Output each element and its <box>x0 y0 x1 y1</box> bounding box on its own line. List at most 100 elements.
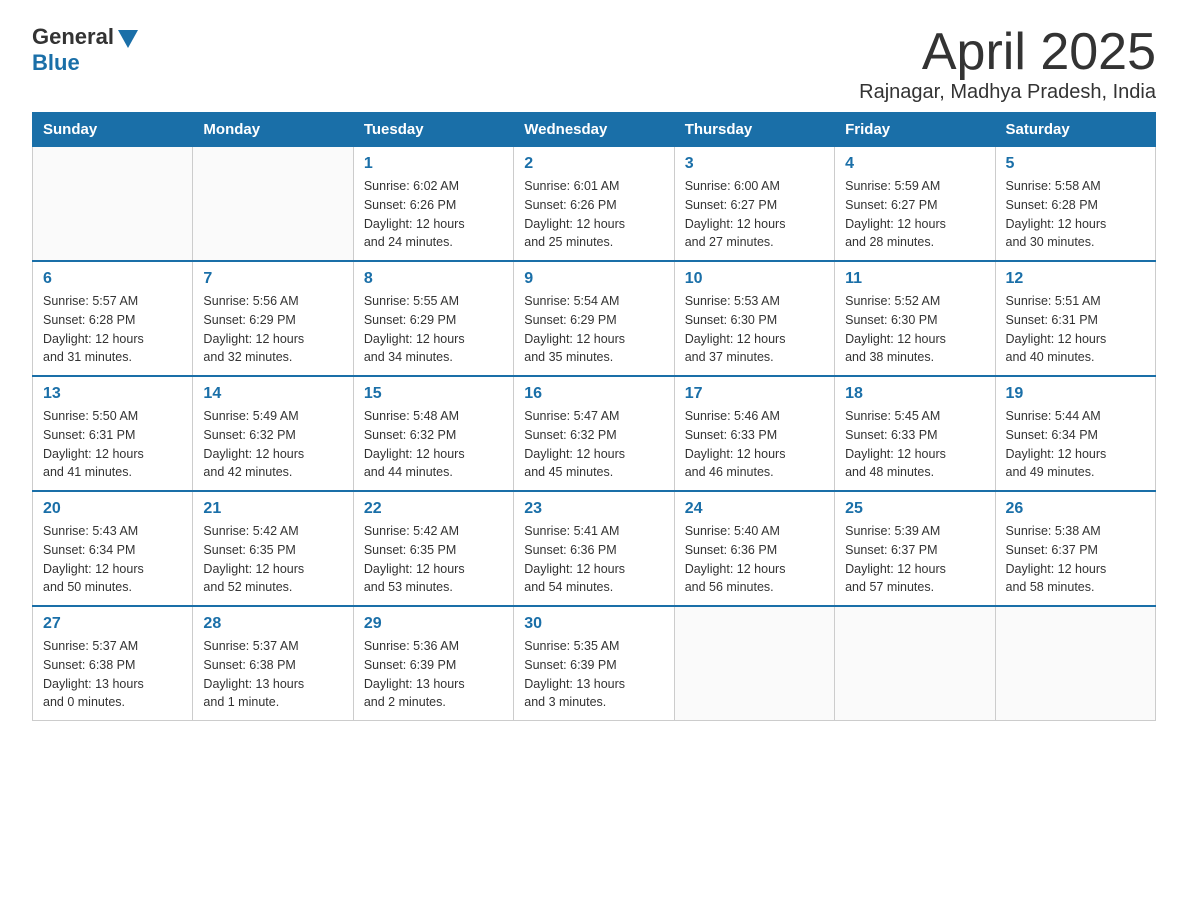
calendar-cell: 3 Sunrise: 6:00 AMSunset: 6:27 PMDaylight… <box>674 147 834 262</box>
logo-triangle-icon <box>118 30 138 48</box>
day-info: Sunrise: 5:36 AMSunset: 6:39 PMDaylight:… <box>364 637 503 712</box>
calendar-cell: 6 Sunrise: 5:57 AMSunset: 6:28 PMDaylight… <box>33 261 193 376</box>
day-info: Sunrise: 6:02 AMSunset: 6:26 PMDaylight:… <box>364 177 503 252</box>
day-number: 8 <box>364 270 503 288</box>
calendar-cell <box>835 606 995 721</box>
day-info: Sunrise: 5:50 AMSunset: 6:31 PMDaylight:… <box>43 407 182 482</box>
calendar-cell: 20Sunrise: 5:43 AMSunset: 6:34 PMDayligh… <box>33 491 193 606</box>
calendar-cell: 27Sunrise: 5:37 AMSunset: 6:38 PMDayligh… <box>33 606 193 721</box>
calendar-cell: 28 Sunrise: 5:37 AMSunset: 6:38 PMDayligh… <box>193 606 353 721</box>
calendar-cell: 18Sunrise: 5:45 AMSunset: 6:33 PMDayligh… <box>835 376 995 491</box>
day-info: Sunrise: 5:39 AMSunset: 6:37 PMDaylight:… <box>845 522 984 597</box>
day-number: 29 <box>364 615 503 633</box>
day-number: 30 <box>524 615 663 633</box>
calendar-cell: 12Sunrise: 5:51 AMSunset: 6:31 PMDayligh… <box>995 261 1155 376</box>
day-number: 14 <box>203 385 342 403</box>
title-block: April 2025 Rajnagar, Madhya Pradesh, Ind… <box>859 24 1156 104</box>
day-info: Sunrise: 5:56 AMSunset: 6:29 PMDaylight:… <box>203 292 342 367</box>
day-number: 25 <box>845 500 984 518</box>
calendar-cell: 15 Sunrise: 5:48 AMSunset: 6:32 PMDayligh… <box>353 376 513 491</box>
day-info: Sunrise: 5:35 AMSunset: 6:39 PMDaylight:… <box>524 637 663 712</box>
day-info: Sunrise: 5:54 AMSunset: 6:29 PMDaylight:… <box>524 292 663 367</box>
calendar-cell: 30 Sunrise: 5:35 AMSunset: 6:39 PMDayligh… <box>514 606 674 721</box>
day-info: Sunrise: 5:57 AMSunset: 6:28 PMDaylight:… <box>43 292 182 367</box>
calendar-cell: 2 Sunrise: 6:01 AMSunset: 6:26 PMDaylight… <box>514 147 674 262</box>
calendar-cell: 1 Sunrise: 6:02 AMSunset: 6:26 PMDaylight… <box>353 147 513 262</box>
day-number: 26 <box>1006 500 1145 518</box>
day-number: 28 <box>203 615 342 633</box>
weekday-header-saturday: Saturday <box>995 113 1155 147</box>
page-title: April 2025 <box>859 24 1156 81</box>
calendar-cell: 22 Sunrise: 5:42 AMSunset: 6:35 PMDayligh… <box>353 491 513 606</box>
day-number: 23 <box>524 500 663 518</box>
calendar-cell <box>33 147 193 262</box>
day-number: 5 <box>1006 155 1145 173</box>
day-number: 6 <box>43 270 182 288</box>
day-info: Sunrise: 5:41 AMSunset: 6:36 PMDaylight:… <box>524 522 663 597</box>
day-info: Sunrise: 5:46 AMSunset: 6:33 PMDaylight:… <box>685 407 824 482</box>
day-number: 13 <box>43 385 182 403</box>
day-info: Sunrise: 6:01 AMSunset: 6:26 PMDaylight:… <box>524 177 663 252</box>
day-number: 10 <box>685 270 824 288</box>
calendar-cell <box>674 606 834 721</box>
day-number: 15 <box>364 385 503 403</box>
calendar-week-row: 20Sunrise: 5:43 AMSunset: 6:34 PMDayligh… <box>33 491 1156 606</box>
calendar-cell: 13 Sunrise: 5:50 AMSunset: 6:31 PMDayligh… <box>33 376 193 491</box>
day-info: Sunrise: 5:43 AMSunset: 6:34 PMDaylight:… <box>43 522 182 597</box>
day-number: 12 <box>1006 270 1145 288</box>
day-info: Sunrise: 5:42 AMSunset: 6:35 PMDaylight:… <box>364 522 503 597</box>
calendar-cell: 10Sunrise: 5:53 AMSunset: 6:30 PMDayligh… <box>674 261 834 376</box>
day-number: 21 <box>203 500 342 518</box>
weekday-header-monday: Monday <box>193 113 353 147</box>
day-number: 27 <box>43 615 182 633</box>
day-number: 18 <box>845 385 984 403</box>
calendar-cell: 16 Sunrise: 5:47 AMSunset: 6:32 PMDayligh… <box>514 376 674 491</box>
day-info: Sunrise: 5:55 AMSunset: 6:29 PMDaylight:… <box>364 292 503 367</box>
weekday-header-sunday: Sunday <box>33 113 193 147</box>
day-number: 22 <box>364 500 503 518</box>
calendar-cell: 17 Sunrise: 5:46 AMSunset: 6:33 PMDayligh… <box>674 376 834 491</box>
logo-general-text: General <box>32 24 114 50</box>
calendar-header-row: SundayMondayTuesdayWednesdayThursdayFrid… <box>33 113 1156 147</box>
day-number: 1 <box>364 155 503 173</box>
calendar-cell: 9 Sunrise: 5:54 AMSunset: 6:29 PMDaylight… <box>514 261 674 376</box>
day-info: Sunrise: 6:00 AMSunset: 6:27 PMDaylight:… <box>685 177 824 252</box>
day-number: 16 <box>524 385 663 403</box>
day-number: 3 <box>685 155 824 173</box>
calendar-cell: 26 Sunrise: 5:38 AMSunset: 6:37 PMDayligh… <box>995 491 1155 606</box>
day-info: Sunrise: 5:59 AMSunset: 6:27 PMDaylight:… <box>845 177 984 252</box>
calendar-cell: 11 Sunrise: 5:52 AMSunset: 6:30 PMDayligh… <box>835 261 995 376</box>
day-info: Sunrise: 5:42 AMSunset: 6:35 PMDaylight:… <box>203 522 342 597</box>
logo: General Blue <box>32 24 138 76</box>
calendar-week-row: 27 Sunrise: 5:37 AMSunset: 6:38 PMDayligh… <box>33 606 1156 721</box>
weekday-header-thursday: Thursday <box>674 113 834 147</box>
calendar-cell: 7Sunrise: 5:56 AMSunset: 6:29 PMDaylight… <box>193 261 353 376</box>
day-number: 9 <box>524 270 663 288</box>
day-info: Sunrise: 5:38 AMSunset: 6:37 PMDaylight:… <box>1006 522 1145 597</box>
day-number: 2 <box>524 155 663 173</box>
calendar-table: SundayMondayTuesdayWednesdayThursdayFrid… <box>32 112 1156 721</box>
calendar-cell: 21 Sunrise: 5:42 AMSunset: 6:35 PMDayligh… <box>193 491 353 606</box>
day-info: Sunrise: 5:37 AMSunset: 6:38 PMDaylight:… <box>203 637 342 712</box>
day-info: Sunrise: 5:47 AMSunset: 6:32 PMDaylight:… <box>524 407 663 482</box>
day-info: Sunrise: 5:58 AMSunset: 6:28 PMDaylight:… <box>1006 177 1145 252</box>
calendar-cell: 4 Sunrise: 5:59 AMSunset: 6:27 PMDaylight… <box>835 147 995 262</box>
calendar-cell <box>193 147 353 262</box>
day-info: Sunrise: 5:44 AMSunset: 6:34 PMDaylight:… <box>1006 407 1145 482</box>
day-number: 11 <box>845 270 984 288</box>
logo-blue-text: Blue <box>32 50 80 76</box>
day-info: Sunrise: 5:40 AMSunset: 6:36 PMDaylight:… <box>685 522 824 597</box>
weekday-header-tuesday: Tuesday <box>353 113 513 147</box>
calendar-week-row: 6 Sunrise: 5:57 AMSunset: 6:28 PMDaylight… <box>33 261 1156 376</box>
page-header: General Blue April 2025 Rajnagar, Madhya… <box>32 24 1156 104</box>
day-info: Sunrise: 5:48 AMSunset: 6:32 PMDaylight:… <box>364 407 503 482</box>
day-number: 17 <box>685 385 824 403</box>
day-number: 4 <box>845 155 984 173</box>
calendar-cell: 23 Sunrise: 5:41 AMSunset: 6:36 PMDayligh… <box>514 491 674 606</box>
calendar-cell: 8 Sunrise: 5:55 AMSunset: 6:29 PMDaylight… <box>353 261 513 376</box>
calendar-week-row: 1 Sunrise: 6:02 AMSunset: 6:26 PMDaylight… <box>33 147 1156 262</box>
calendar-cell: 14Sunrise: 5:49 AMSunset: 6:32 PMDayligh… <box>193 376 353 491</box>
calendar-cell: 25 Sunrise: 5:39 AMSunset: 6:37 PMDayligh… <box>835 491 995 606</box>
day-info: Sunrise: 5:52 AMSunset: 6:30 PMDaylight:… <box>845 292 984 367</box>
weekday-header-wednesday: Wednesday <box>514 113 674 147</box>
